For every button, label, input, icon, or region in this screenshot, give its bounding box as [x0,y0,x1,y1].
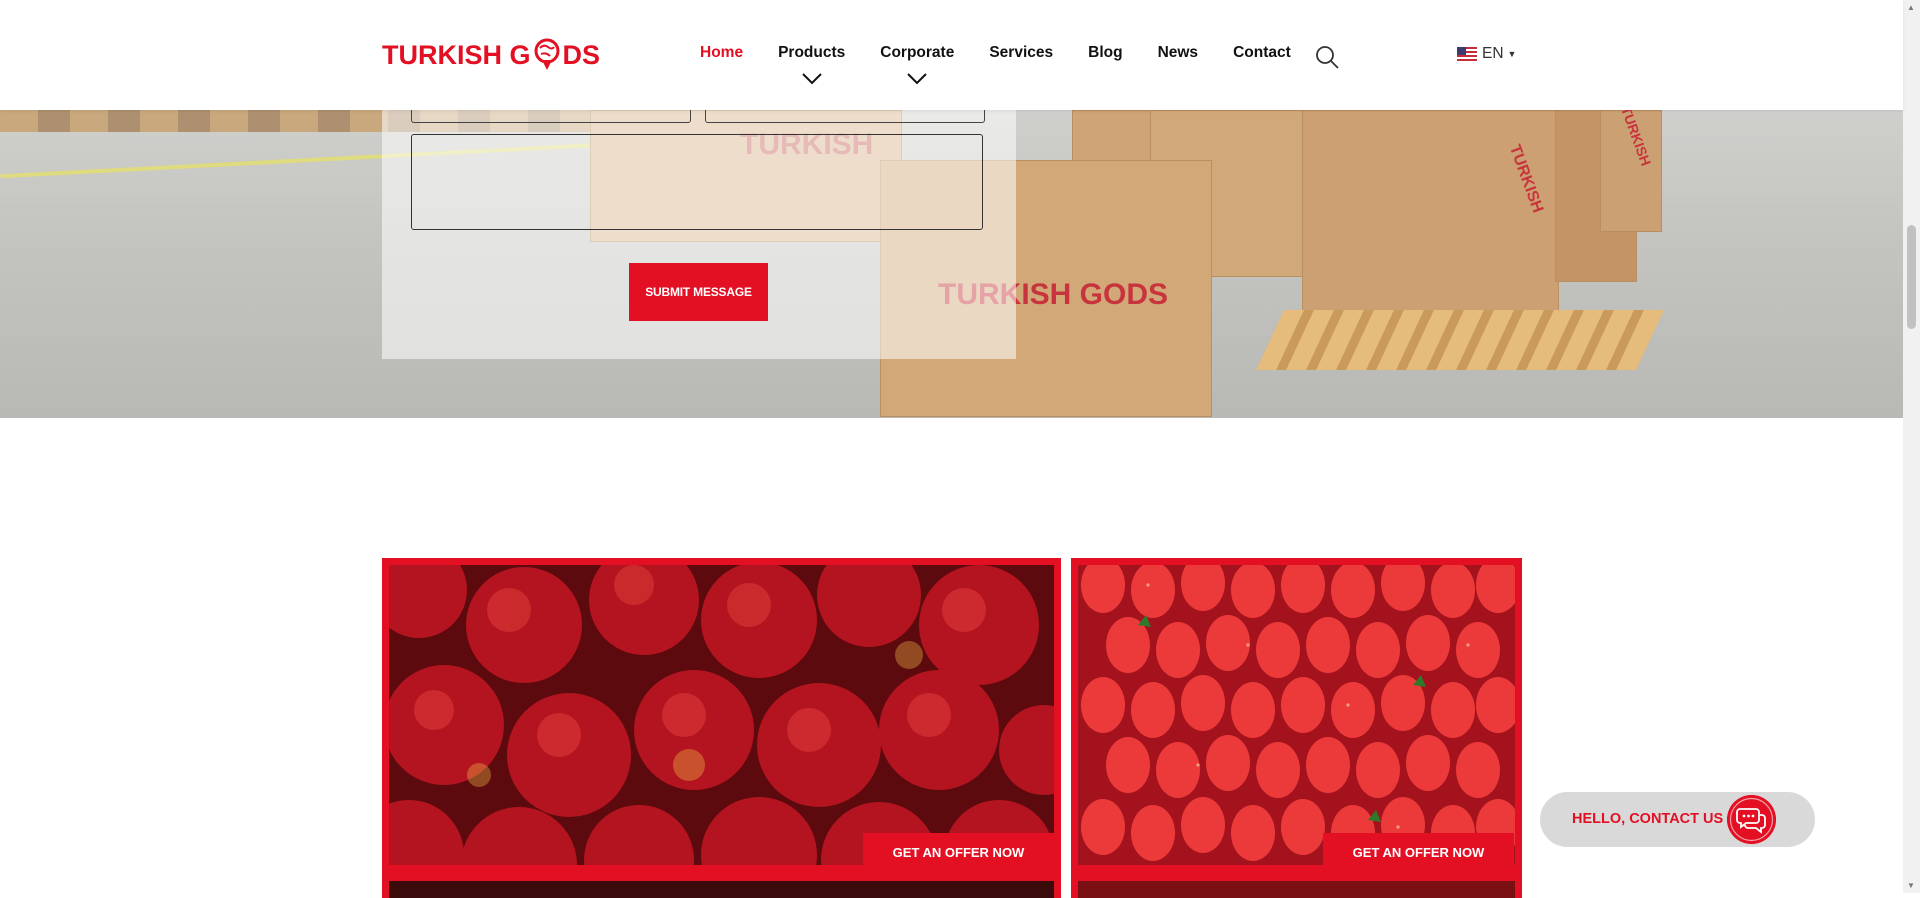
hero-warehouse-section: TURKISH TURKISH GODS TURKISH TURKISH SUB… [0,110,1903,418]
get-offer-button[interactable]: GET AN OFFER NOW [1323,833,1514,871]
chevron-down-icon[interactable] [906,72,928,86]
scroll-up-icon[interactable]: ▲ [1907,3,1915,12]
strawberries-image [1078,565,1515,865]
scroll-down-icon[interactable]: ▼ [1907,881,1915,890]
submit-message-button[interactable]: SUBMIT MESSAGE [629,263,768,321]
nav-contact-label: Contact [1233,44,1291,61]
logo-text-right: DS [562,39,601,70]
card-footer-strip [389,881,1054,898]
nav-news-label: News [1157,44,1199,61]
get-offer-button[interactable]: GET AN OFFER NOW [863,833,1054,871]
contact-form-panel: SUBMIT MESSAGE [382,110,1016,359]
nav-corporate-label: Corporate [880,44,955,61]
nav-news[interactable]: News [1158,44,1199,62]
email-field[interactable] [705,110,985,123]
box-brand-o: O [1103,278,1127,311]
nav-blog[interactable]: Blog [1088,44,1122,62]
nav-home-label: Home [700,44,744,61]
product-card-strawberries[interactable]: GET AN OFFER NOW [1071,558,1522,898]
nav-products[interactable]: Products [778,44,846,85]
caret-down-icon: ▼ [1507,49,1517,59]
name-field[interactable] [411,110,691,123]
logo[interactable]: TURKISH G DS [382,36,600,74]
box-brand-right: DS [1126,278,1169,311]
search-icon[interactable] [1314,44,1340,70]
globe-pin-icon [534,38,559,70]
contact-us-widget[interactable]: HELLO, CONTACT US [1540,792,1815,847]
logo-text-left: TURKISH G [382,39,531,70]
card-footer-strip [1078,881,1515,898]
site-header: TURKISH G DS Home Products Corporate Ser… [0,0,1903,110]
cardboard-box [1302,110,1559,312]
scroll-thumb[interactable] [1907,225,1916,329]
nav-services-label: Services [989,44,1054,61]
page-scrollbar[interactable]: ▲ ▼ [1903,0,1920,893]
chat-bubbles-icon[interactable] [1727,795,1776,844]
message-field[interactable] [411,134,983,230]
product-card-apples[interactable]: GET AN OFFER NOW [382,558,1061,898]
chevron-down-icon[interactable] [801,72,823,86]
nav-corporate[interactable]: Corporate [880,44,955,85]
us-flag-icon [1457,47,1477,61]
nav-contact[interactable]: Contact [1233,44,1291,62]
contact-us-label: HELLO, CONTACT US [1572,811,1724,827]
wooden-pallet [1256,310,1664,370]
language-label: EN [1482,45,1504,62]
nav-blog-label: Blog [1088,44,1123,61]
nav-home[interactable]: Home [700,44,743,62]
nav-services[interactable]: Services [989,44,1053,62]
language-selector[interactable]: EN ▼ [1457,45,1516,63]
apples-image [389,565,1054,865]
nav-products-label: Products [778,44,846,61]
main-nav: Home Products Corporate Services Blog Ne… [700,44,1326,85]
